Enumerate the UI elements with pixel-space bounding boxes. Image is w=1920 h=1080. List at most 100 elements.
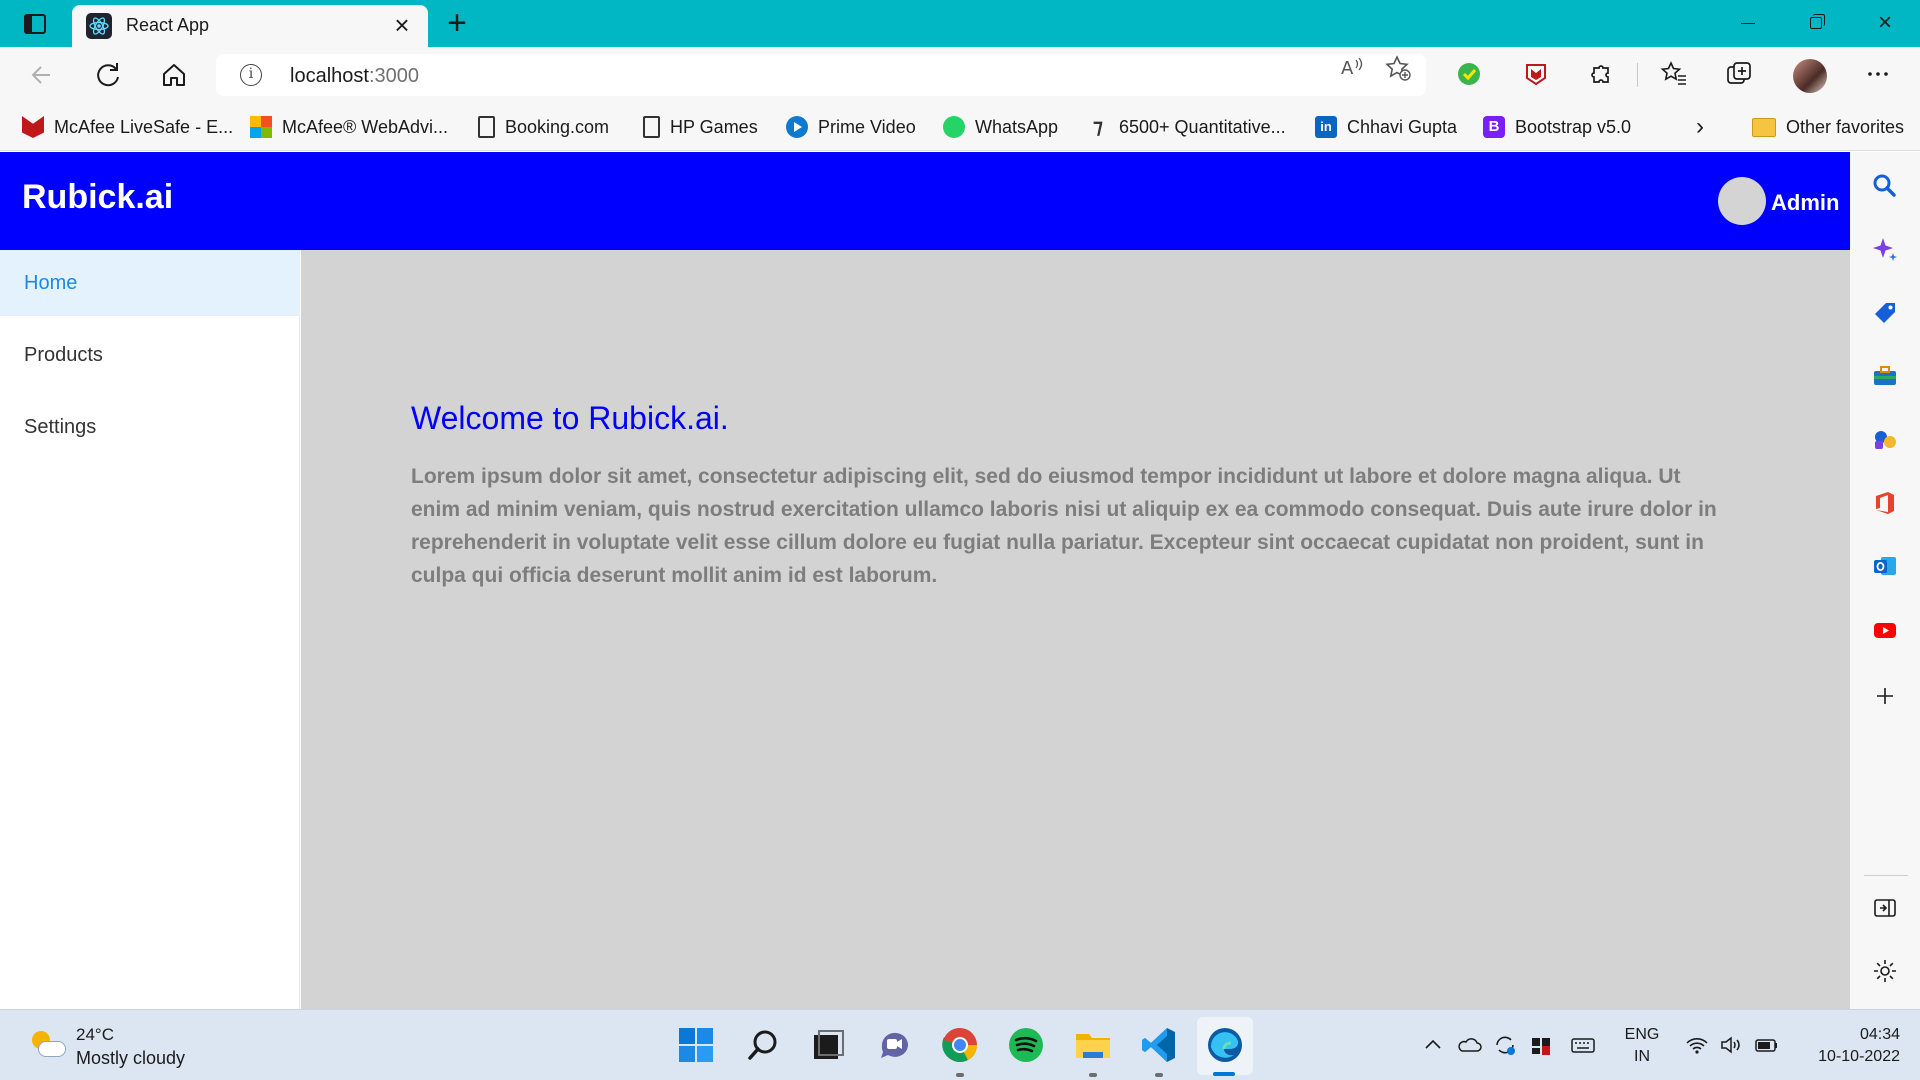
back-button[interactable] [24, 57, 60, 93]
tab-close-icon[interactable]: × [388, 11, 416, 39]
main-content: Welcome to Rubick.ai. Lorem ipsum dolor … [301, 250, 1850, 1009]
favorite-label: Other favorites [1786, 116, 1905, 137]
favorite-linkedin[interactable]: in Chhavi Gupta [1315, 113, 1457, 141]
chrome-icon[interactable] [940, 1025, 980, 1077]
outlook-icon[interactable] [1870, 552, 1900, 582]
favorite-mcafee-livesafe[interactable]: McAfee LiveSafe - E... [22, 113, 233, 141]
whatsapp-icon [943, 116, 965, 138]
onedrive-cloud-icon[interactable] [1456, 1032, 1482, 1058]
input-language[interactable]: ENG IN [1620, 1024, 1664, 1068]
weather-cloudy-icon[interactable] [28, 1029, 66, 1059]
office-icon[interactable] [1870, 489, 1900, 519]
app-viewport: Rubick.ai Admin Home Products Settings W… [0, 152, 1850, 1009]
add-sidebar-app-icon[interactable] [1870, 682, 1900, 712]
quant-icon: ⁊ [1093, 116, 1103, 138]
react-icon [86, 13, 112, 39]
folder-icon [1752, 117, 1776, 137]
site-info-icon[interactable]: i [240, 64, 262, 86]
volume-icon[interactable] [1718, 1032, 1744, 1058]
address-url[interactable]: localhost:3000 [290, 65, 419, 88]
favorite-bootstrap[interactable]: B Bootstrap v5.0 [1483, 113, 1631, 141]
page-icon [478, 116, 495, 138]
minimize-button[interactable] [1728, 8, 1768, 38]
welcome-body-text: Lorem ipsum dolor sit amet, consectetur … [411, 465, 1717, 587]
system-clock[interactable]: 04:34 10-10-2022 [1800, 1024, 1900, 1068]
windows-taskbar: 24°C Mostly cloudy ENG IN 04:34 10-10-20… [0, 1009, 1920, 1080]
browser-tab[interactable]: React App × [72, 5, 428, 47]
new-tab-button[interactable]: + [440, 6, 474, 41]
show-hidden-icons-chevron-icon[interactable] [1420, 1032, 1446, 1058]
profile-avatar[interactable] [1793, 59, 1827, 93]
wifi-icon[interactable] [1684, 1032, 1710, 1058]
start-windows-icon[interactable] [676, 1025, 716, 1065]
favorite-other-folder[interactable]: Other favorites [1752, 113, 1904, 141]
file-explorer-icon[interactable] [1073, 1025, 1113, 1077]
add-favorite-icon[interactable] [1384, 54, 1412, 82]
brand-logo[interactable]: Rubick.ai [22, 178, 173, 217]
youtube-icon[interactable] [1870, 616, 1900, 646]
read-aloud-icon[interactable]: A [1338, 54, 1366, 82]
favorite-prime-video[interactable]: Prime Video [786, 113, 916, 141]
restore-button[interactable] [1797, 8, 1837, 38]
mcafee-icon [22, 116, 44, 138]
svg-text:A: A [1341, 58, 1354, 79]
collections-icon[interactable] [1723, 59, 1755, 91]
favorite-label: WhatsApp [975, 116, 1059, 137]
app-header: Rubick.ai Admin [0, 152, 1850, 250]
browser-toolbar: i localhost:3000 A [0, 47, 1920, 103]
teams-chat-icon[interactable] [874, 1025, 914, 1065]
sidebar-nav: Home Products Settings [0, 250, 300, 1009]
home-button[interactable] [156, 57, 192, 93]
user-avatar[interactable] [1718, 177, 1766, 225]
hide-sidebar-icon[interactable] [1870, 894, 1900, 924]
favorite-label: Prime Video [818, 116, 916, 137]
edge-sidebar-divider [1864, 875, 1908, 876]
discover-sparkle-icon[interactable] [1870, 235, 1900, 265]
sidebar-item-products[interactable]: Products [0, 322, 300, 388]
spotify-icon[interactable] [1006, 1025, 1046, 1065]
favorite-label: Bootstrap v5.0 [1515, 116, 1632, 137]
games-icon[interactable] [1870, 425, 1900, 455]
user-name[interactable]: Admin [1771, 190, 1839, 216]
mcafee-extension-icon[interactable] [1520, 59, 1552, 91]
favorite-label: McAfee® WebAdvi... [282, 116, 448, 137]
welcome-heading: Welcome to Rubick.ai. [411, 400, 729, 436]
weather-condition[interactable]: Mostly cloudy [76, 1048, 185, 1069]
edge-icon[interactable] [1205, 1025, 1245, 1065]
favorites-icon[interactable] [1658, 59, 1690, 91]
more-favorites-chevron-icon[interactable]: › [1696, 113, 1704, 141]
favorite-label: HP Games [670, 116, 758, 137]
extensions-icon[interactable] [1585, 59, 1617, 91]
tools-toolbox-icon[interactable] [1870, 362, 1900, 392]
reload-button[interactable] [90, 57, 126, 93]
favorite-hp-games[interactable]: HP Games [643, 113, 758, 141]
favorite-label: Booking.com [505, 116, 610, 137]
extension-green-icon[interactable] [1453, 59, 1485, 91]
prime-video-icon [786, 116, 808, 138]
task-view-icon[interactable] [808, 1025, 848, 1065]
edge-active-indicator [1213, 1072, 1235, 1076]
address-bar[interactable]: i localhost:3000 A [216, 54, 1426, 96]
search-icon[interactable] [1870, 172, 1900, 202]
sync-icon[interactable] [1492, 1032, 1518, 1058]
sidebar-item-home[interactable]: Home [0, 250, 300, 316]
sidebar-settings-gear-icon[interactable] [1870, 957, 1900, 987]
taskbar-search-icon[interactable] [743, 1025, 783, 1065]
favorite-mcafee-webadvisor[interactable]: McAfee® WebAdvi... [250, 113, 448, 141]
shopping-tag-icon[interactable] [1870, 299, 1900, 329]
toolbar-divider [1637, 63, 1638, 87]
favorite-whatsapp[interactable]: WhatsApp [943, 113, 1058, 141]
browser-title-bar: React App × + × [0, 0, 1920, 47]
tab-actions-icon[interactable] [18, 11, 52, 37]
vscode-icon[interactable] [1139, 1025, 1179, 1077]
edge-sidebar [1850, 152, 1920, 1009]
weather-temperature[interactable]: 24°C [76, 1025, 114, 1045]
mcafee-tray-icon[interactable] [1528, 1032, 1554, 1058]
battery-icon[interactable] [1754, 1032, 1780, 1058]
more-options-icon[interactable] [1862, 59, 1894, 91]
favorite-booking[interactable]: Booking.com [478, 113, 609, 141]
favorite-quantitative[interactable]: ⁊ 6500+ Quantitative... [1087, 113, 1286, 141]
window-close-button[interactable]: × [1865, 8, 1905, 38]
sidebar-item-settings[interactable]: Settings [0, 394, 300, 460]
keyboard-icon[interactable] [1570, 1032, 1596, 1058]
